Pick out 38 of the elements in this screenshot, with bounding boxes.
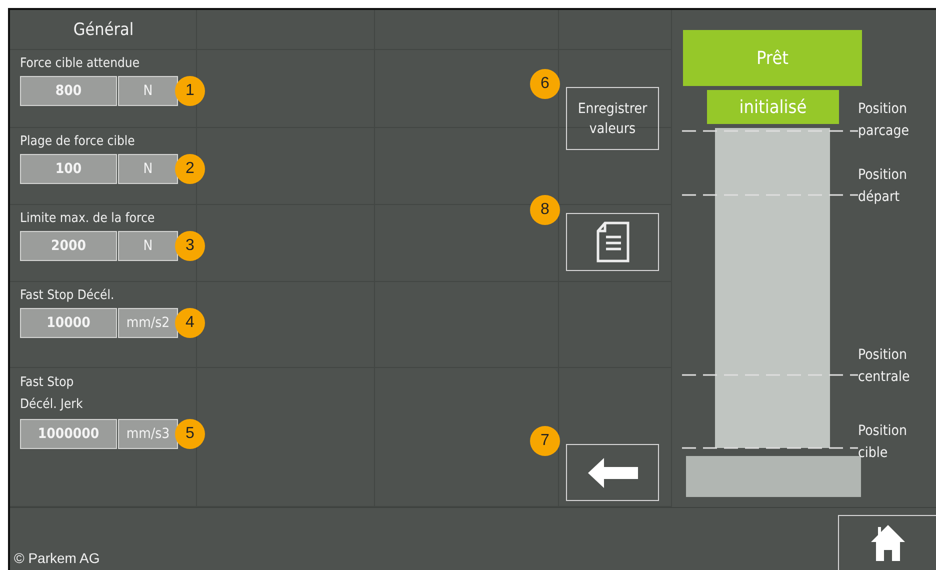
document-icon [596,221,630,263]
value-field[interactable]: 2000 [20,231,117,261]
number-badge: 8 [530,195,560,225]
position-label: Position parcage [858,100,910,141]
number-badge: 4 [175,308,205,338]
number-badge: 2 [175,154,205,184]
unit-label: N [118,76,178,106]
unit-label: mm/s2 [118,308,178,338]
status-label: Prêt [683,30,862,86]
back-button[interactable] [566,444,659,501]
number-badge: 6 [530,69,560,99]
copyright-text: © Parkem AG [13,550,100,568]
field-label: Plage de force cible [20,134,136,149]
position-label: Position départ [858,166,908,207]
value-field[interactable]: 1000000 [20,419,117,449]
number-badge: 7 [530,426,560,456]
position-label: Position cible [858,422,908,463]
unit-label: mm/s3 [118,419,178,449]
document-button[interactable] [566,213,659,271]
value-field[interactable]: 800 [20,76,117,106]
section-title: Général [73,20,134,40]
home-button[interactable] [838,515,936,570]
home-icon [870,524,904,562]
unit-label: N [118,231,178,261]
save-values-button[interactable]: Enregistrer valeurs [566,87,659,150]
status-label: initialisé [707,90,839,124]
value-field[interactable]: 10000 [20,308,117,338]
field-label: Fast Stop Décél. [20,288,116,303]
number-badge: 5 [175,419,205,449]
field-label: Limite max. de la force [20,211,156,226]
unit-label: N [118,154,178,184]
field-label: Force cible attendue [20,56,141,71]
number-badge: 3 [175,231,205,261]
number-badge: 1 [175,76,205,106]
position-label: Position centrale [858,346,911,387]
left-arrow-icon [588,456,638,488]
value-field[interactable]: 100 [20,154,117,184]
field-label: Fast Stop Décél. Jerk [20,374,84,414]
